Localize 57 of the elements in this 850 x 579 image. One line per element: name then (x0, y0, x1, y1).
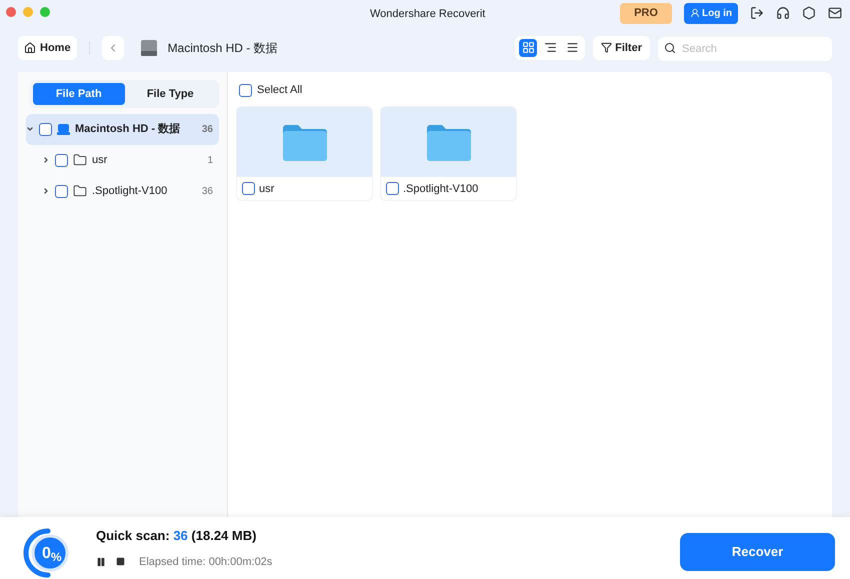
tree-item[interactable]: .Spotlight-V100 36 (42, 176, 219, 207)
lines-icon (544, 41, 557, 54)
elapsed-time: Elapsed time: 00h:00m:02s (139, 554, 272, 570)
item-count: 36 (202, 122, 213, 137)
tree-label: .Spotlight-V100 (92, 184, 168, 200)
checkbox[interactable] (386, 182, 399, 196)
tree-item[interactable]: usr 1 (42, 144, 219, 176)
drive-icon (57, 124, 70, 135)
drive-icon (140, 38, 158, 57)
mail-icon[interactable] (828, 6, 842, 20)
caret-right-icon[interactable] (42, 187, 50, 196)
window-title: Wondershare Recoverit (370, 7, 486, 22)
folder-card[interactable]: .Spotlight-V100 (380, 106, 517, 202)
stop-icon[interactable] (116, 557, 125, 566)
filter-button[interactable]: Filter (593, 36, 650, 60)
pro-button[interactable]: PRO (620, 2, 672, 24)
hexagon-icon[interactable] (802, 6, 816, 20)
headset-icon[interactable] (776, 6, 790, 20)
list-icon (566, 41, 579, 54)
folder-icon (73, 184, 87, 198)
item-count: 36 (202, 184, 213, 199)
checkbox[interactable] (39, 122, 52, 136)
checkbox[interactable] (55, 154, 68, 167)
folder-card[interactable]: usr (236, 106, 373, 202)
folder-icon (73, 153, 87, 168)
location-title: Macintosh HD - 数据 (168, 40, 278, 57)
recover-button[interactable]: Recover (680, 533, 835, 571)
checkbox[interactable] (55, 184, 68, 198)
select-all-checkbox[interactable]: Select All (239, 82, 824, 98)
grid-icon (522, 41, 535, 54)
tree-label: usr (92, 153, 108, 168)
file-name: .Spotlight-V100 (403, 182, 478, 197)
checkbox[interactable] (239, 84, 252, 97)
user-icon (690, 8, 700, 18)
caret-right-icon[interactable] (42, 156, 50, 164)
tree-label: Macintosh HD - 数据 (75, 122, 182, 138)
checkbox[interactable] (242, 182, 255, 196)
login-button[interactable]: Log in (684, 2, 738, 24)
close-button[interactable] (6, 7, 16, 18)
pause-icon[interactable] (96, 556, 106, 567)
search-icon (664, 42, 676, 54)
grid-view-button[interactable] (519, 38, 538, 57)
progress-percent: 0$_{%}$ (42, 544, 62, 566)
filter-icon (601, 42, 612, 54)
folder-icon (424, 122, 472, 162)
file-name: usr (259, 182, 274, 197)
scan-summary: Quick scan: 36 (18.24 MB) (96, 527, 258, 545)
folder-icon (280, 122, 328, 162)
search-field[interactable]: Search (658, 36, 832, 61)
tree-item[interactable]: Macintosh HD - 数据 36 (26, 114, 219, 145)
tab[interactable]: File Type (124, 82, 216, 105)
tab[interactable]: File Path (33, 82, 124, 105)
export-icon[interactable] (750, 6, 764, 20)
item-count: 1 (207, 154, 213, 168)
home-button[interactable]: Home (18, 36, 77, 60)
home-icon (24, 42, 36, 54)
caret-down-icon[interactable] (26, 125, 34, 134)
